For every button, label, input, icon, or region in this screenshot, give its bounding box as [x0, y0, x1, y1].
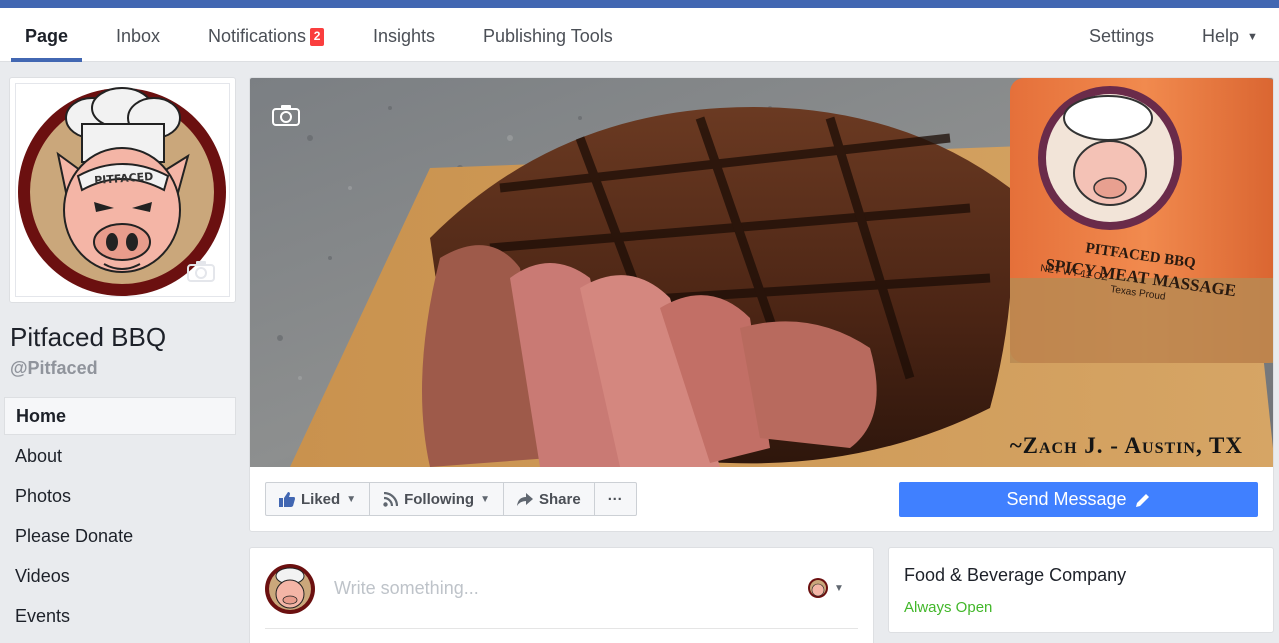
send-message-label: Send Message	[1006, 489, 1127, 509]
caret-down-icon: ▼	[834, 582, 844, 594]
divider	[265, 628, 858, 629]
sidebar-item-label: Home	[16, 406, 67, 426]
caret-down-icon: ▼	[480, 493, 490, 505]
camera-icon[interactable]	[272, 104, 300, 126]
nav-tab-label: Inbox	[116, 26, 161, 46]
pencil-icon	[1135, 493, 1149, 507]
sidebar-item-label: Videos	[15, 566, 70, 586]
sidebar-item-home[interactable]: Home	[4, 397, 236, 435]
sidebar-item-events[interactable]: Events	[4, 597, 236, 637]
write-post-input[interactable]	[334, 578, 754, 599]
page-info-card: Food & Beverage Company Always Open	[888, 547, 1274, 633]
liked-button[interactable]: Liked ▼	[266, 483, 371, 515]
nav-tab-inbox[interactable]: Inbox	[116, 8, 160, 62]
thumbs-up-icon	[279, 491, 295, 507]
nav-tab-label: Publishing Tools	[483, 26, 613, 46]
caret-down-icon: ▼	[346, 493, 357, 505]
nav-tab-page[interactable]: Page	[10, 8, 83, 62]
sidebar-item-photos[interactable]: Photos	[4, 477, 236, 517]
nav-tab-insights[interactable]: Insights	[373, 8, 435, 62]
following-label: Following	[404, 490, 475, 508]
post-composer: ▼	[249, 547, 874, 643]
notification-count-badge: 2	[310, 28, 325, 46]
share-label: Share	[538, 490, 581, 508]
following-button[interactable]: Following ▼	[370, 483, 504, 515]
sidebar-item-label: Photos	[15, 486, 72, 506]
page-category[interactable]: Food & Beverage Company	[904, 565, 1126, 586]
page-nav-bar: Page Inbox Notifications 2 Insights Publi…	[0, 8, 1279, 62]
liked-label: Liked	[301, 490, 341, 508]
avatar	[265, 564, 315, 614]
nav-tab-label: Help	[1202, 26, 1240, 46]
more-options-icon: ···	[607, 490, 623, 508]
sidebar-item-label: Events	[15, 606, 71, 626]
page-side-nav: Home About Photos Please Donate Videos E…	[4, 397, 236, 637]
profile-picture-card[interactable]: PITFACED	[9, 77, 236, 303]
profile-picture[interactable]: PITFACED	[15, 83, 230, 297]
sidebar-item-videos[interactable]: Videos	[4, 557, 236, 597]
sidebar-item-label: Please Donate	[15, 526, 134, 546]
avatar	[808, 578, 828, 598]
more-options-button[interactable]: ···	[595, 483, 636, 515]
page-action-bar: Liked ▼ Following ▼ Share ···	[265, 482, 637, 516]
nav-tab-publishing-tools[interactable]: Publishing Tools	[483, 8, 613, 62]
nav-tab-help[interactable]: Help ▼	[1202, 8, 1258, 62]
open-hours-status: Always Open	[904, 599, 993, 616]
nav-tab-notifications[interactable]: Notifications 2	[208, 8, 325, 62]
page-username[interactable]: @Pitfaced	[10, 358, 98, 379]
rss-icon	[383, 491, 399, 507]
camera-icon[interactable]	[187, 260, 215, 282]
send-message-button[interactable]: Send Message	[899, 482, 1258, 517]
nav-tab-settings[interactable]: Settings	[1089, 8, 1154, 62]
nav-tab-label: Insights	[373, 26, 436, 46]
page-name: Pitfaced BBQ	[10, 322, 167, 352]
nav-tab-label: Notifications	[208, 26, 307, 46]
nav-tab-label: Page	[25, 26, 69, 46]
cover-card: PITFACED BBQ SPICY MEAT MASSAGE NET WT 1…	[249, 77, 1274, 532]
post-as-selector[interactable]: ▼	[808, 578, 844, 598]
nav-tab-label: Settings	[1089, 26, 1155, 46]
caret-down-icon: ▼	[1247, 31, 1258, 43]
share-arrow-icon	[516, 492, 533, 506]
sidebar-item-please-donate[interactable]: Please Donate	[4, 517, 236, 557]
sidebar-item-label: About	[15, 446, 63, 466]
cover-photo[interactable]: PITFACED BBQ SPICY MEAT MASSAGE NET WT 1…	[250, 78, 1274, 467]
sidebar-item-about[interactable]: About	[4, 437, 236, 477]
share-button[interactable]: Share	[504, 483, 595, 515]
cover-caption: ~Zach J. - Austin, TX	[1009, 433, 1243, 458]
top-bar	[0, 0, 1279, 8]
